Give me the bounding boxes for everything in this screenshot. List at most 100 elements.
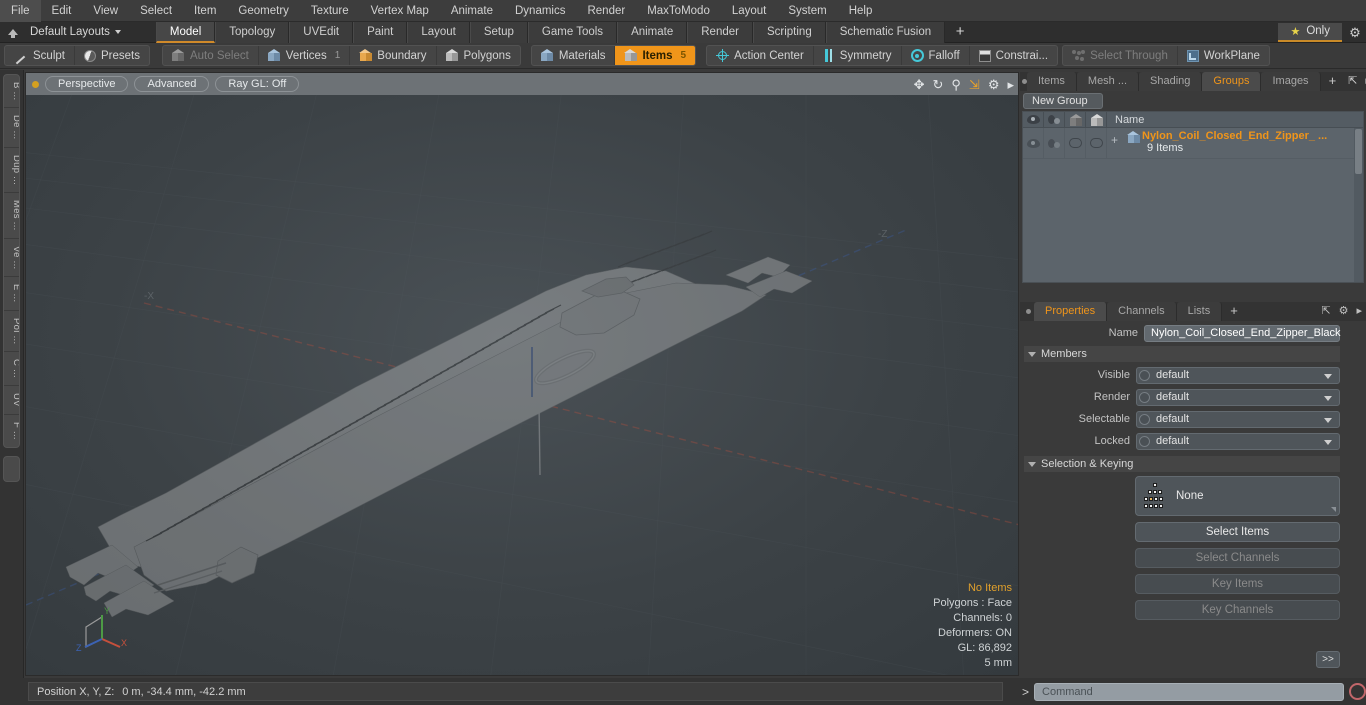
default-layouts-selector[interactable]: Default Layouts <box>26 26 129 38</box>
add-properties-tab-button[interactable]: + <box>1222 302 1246 321</box>
workplane-button[interactable]: WorkPlane <box>1178 46 1269 65</box>
falloff-button[interactable]: Falloff <box>902 46 970 65</box>
members-section-header[interactable]: Members <box>1024 346 1340 362</box>
tab-shading[interactable]: Shading <box>1139 72 1203 91</box>
tab-topology[interactable]: Topology <box>215 21 290 43</box>
only-toggle-button[interactable]: ★ Only <box>1278 22 1342 42</box>
menu-item-view[interactable]: View <box>82 0 129 22</box>
chevron-right-icon[interactable]: ▸ <box>1352 302 1366 321</box>
menu-item-edit[interactable]: Edit <box>41 0 83 22</box>
menu-item-geometry[interactable]: Geometry <box>227 0 300 22</box>
group-name-field[interactable]: Nylon_Coil_Closed_End_Zipper_Black <box>1144 324 1341 342</box>
presets-button[interactable]: Presets <box>75 46 149 65</box>
command-input[interactable]: Command <box>1034 682 1344 701</box>
render-dropdown[interactable]: default <box>1136 388 1340 406</box>
polygons-button[interactable]: Polygons <box>437 46 520 65</box>
gear-icon[interactable]: ⚙ <box>1344 22 1366 43</box>
eye-icon[interactable] <box>1023 112 1044 128</box>
selectable-dropdown[interactable]: default <box>1136 410 1340 428</box>
row-group-name[interactable]: Nylon_Coil_Closed_End_Zipper_ ... <box>1142 130 1327 142</box>
tab-items[interactable]: Items <box>1027 72 1077 91</box>
menu-item-system[interactable]: System <box>777 0 837 22</box>
menu-item-help[interactable]: Help <box>838 0 884 22</box>
left-rail-tab-basic[interactable]: B ... <box>4 75 19 109</box>
record-icon[interactable] <box>1349 683 1366 700</box>
menu-item-texture[interactable]: Texture <box>300 0 360 22</box>
menu-item-vertex-map[interactable]: Vertex Map <box>360 0 440 22</box>
locked-icon[interactable] <box>1086 112 1107 128</box>
tab-model[interactable]: Model <box>155 21 216 43</box>
left-rail-tab-curve[interactable]: C ... <box>4 352 19 386</box>
viewport-scene[interactable]: -X -Z No Items Polygons: Face Channels:… <box>26 95 1018 675</box>
chevron-right-icon[interactable]: ▸ <box>1361 72 1366 91</box>
tab-channels[interactable]: Channels <box>1107 302 1177 321</box>
new-group-button[interactable]: New Group <box>1023 92 1103 109</box>
gear-icon[interactable]: ⚙ <box>988 78 1000 91</box>
left-rail-extra-button[interactable] <box>3 455 20 482</box>
play-icon[interactable]: ▸ <box>1007 78 1014 91</box>
viewport-view-mode-button[interactable]: Perspective <box>45 76 129 92</box>
select-through-button[interactable]: Select Through <box>1063 46 1178 65</box>
row-locked-toggle[interactable] <box>1086 128 1107 158</box>
tab-scripting[interactable]: Scripting <box>752 21 826 43</box>
left-rail-tab-polygon[interactable]: Pol ... <box>4 311 19 352</box>
tab-layout[interactable]: Layout <box>407 21 470 43</box>
left-rail-tab-uv[interactable]: UV <box>4 386 19 415</box>
left-rail-tab-duplicate[interactable]: Dup ... <box>4 148 19 194</box>
menu-item-maxtomodo[interactable]: MaxToModo <box>636 0 721 22</box>
home-arrow-icon[interactable] <box>0 22 26 43</box>
selection-keying-section-header[interactable]: Selection & Keying <box>1024 456 1340 472</box>
gear-icon[interactable]: ⚙ <box>1335 302 1353 321</box>
tab-lists[interactable]: Lists <box>1176 302 1223 321</box>
materials-button[interactable]: Materials <box>532 46 616 65</box>
visible-dropdown[interactable]: default <box>1136 366 1340 384</box>
more-options-button[interactable]: >> <box>1316 651 1340 668</box>
selection-set-dropdown[interactable]: None <box>1135 476 1340 516</box>
sculpt-button[interactable]: Sculpt <box>5 46 75 65</box>
tab-game-tools[interactable]: Game Tools <box>527 21 618 43</box>
rotate-icon[interactable]: ↻ <box>932 78 943 91</box>
tab-groups[interactable]: Groups <box>1202 72 1262 91</box>
locked-dropdown[interactable]: default <box>1136 432 1340 450</box>
group-list[interactable]: Name + Nylon_Coil_Closed_End_Zipper_ ...… <box>1022 111 1364 283</box>
tab-paint[interactable]: Paint <box>353 21 408 43</box>
left-rail-tab-fusion[interactable]: F ... <box>4 415 19 447</box>
tab-render[interactable]: Render <box>687 21 753 43</box>
table-row[interactable]: + Nylon_Coil_Closed_End_Zipper_ ... 9 It… <box>1023 128 1363 159</box>
tab-schematic-fusion[interactable]: Schematic Fusion <box>825 21 946 43</box>
vertices-button[interactable]: Vertices 1 <box>259 46 351 65</box>
viewport-shading-button[interactable]: Advanced <box>134 76 210 92</box>
move-icon[interactable]: ✥ <box>914 78 925 91</box>
auto-select-button[interactable]: Auto Select <box>163 46 259 65</box>
tab-mesh[interactable]: Mesh ... <box>1076 72 1140 91</box>
3d-viewport[interactable]: Perspective Advanced Ray GL: Off ✥ ↻ ⚲ ⇲… <box>25 72 1019 676</box>
tab-setup[interactable]: Setup <box>469 21 528 43</box>
left-rail-tab-deform[interactable]: De ... <box>4 108 19 148</box>
fit-icon[interactable]: ⇲ <box>969 78 980 91</box>
action-center-button[interactable]: Action Center <box>707 46 814 65</box>
items-button[interactable]: Items 5 <box>615 46 696 65</box>
add-layout-tab-button[interactable]: + <box>945 22 975 42</box>
constraint-button[interactable]: Constrai... <box>970 46 1057 65</box>
expand-icon[interactable]: ⇱ <box>1344 72 1361 91</box>
add-panel-tab-button[interactable]: + <box>1321 72 1345 91</box>
left-rail-tab-mesh[interactable]: Mes ... <box>4 193 19 239</box>
select-items-button[interactable]: Select Items <box>1135 522 1340 542</box>
row-eye-toggle[interactable] <box>1023 128 1044 158</box>
menu-item-render[interactable]: Render <box>576 0 636 22</box>
tab-images[interactable]: Images <box>1261 72 1321 91</box>
left-rail-tab-vertex[interactable]: Ve ... <box>4 239 19 278</box>
menu-item-dynamics[interactable]: Dynamics <box>504 0 576 22</box>
zoom-icon[interactable]: ⚲ <box>951 78 961 91</box>
tab-properties[interactable]: Properties <box>1034 302 1108 321</box>
tab-uvedit[interactable]: UVEdit <box>289 21 354 43</box>
menu-item-file[interactable]: File <box>0 0 41 22</box>
boundary-button[interactable]: Boundary <box>350 46 437 65</box>
menu-item-layout[interactable]: Layout <box>721 0 778 22</box>
group-list-scrollbar[interactable] <box>1354 128 1363 282</box>
row-expander[interactable]: + <box>1111 133 1118 147</box>
menu-item-item[interactable]: Item <box>183 0 227 22</box>
symmetry-button[interactable]: Symmetry <box>814 46 902 65</box>
selectable-icon[interactable] <box>1065 112 1086 128</box>
row-render-toggle[interactable] <box>1044 128 1065 158</box>
